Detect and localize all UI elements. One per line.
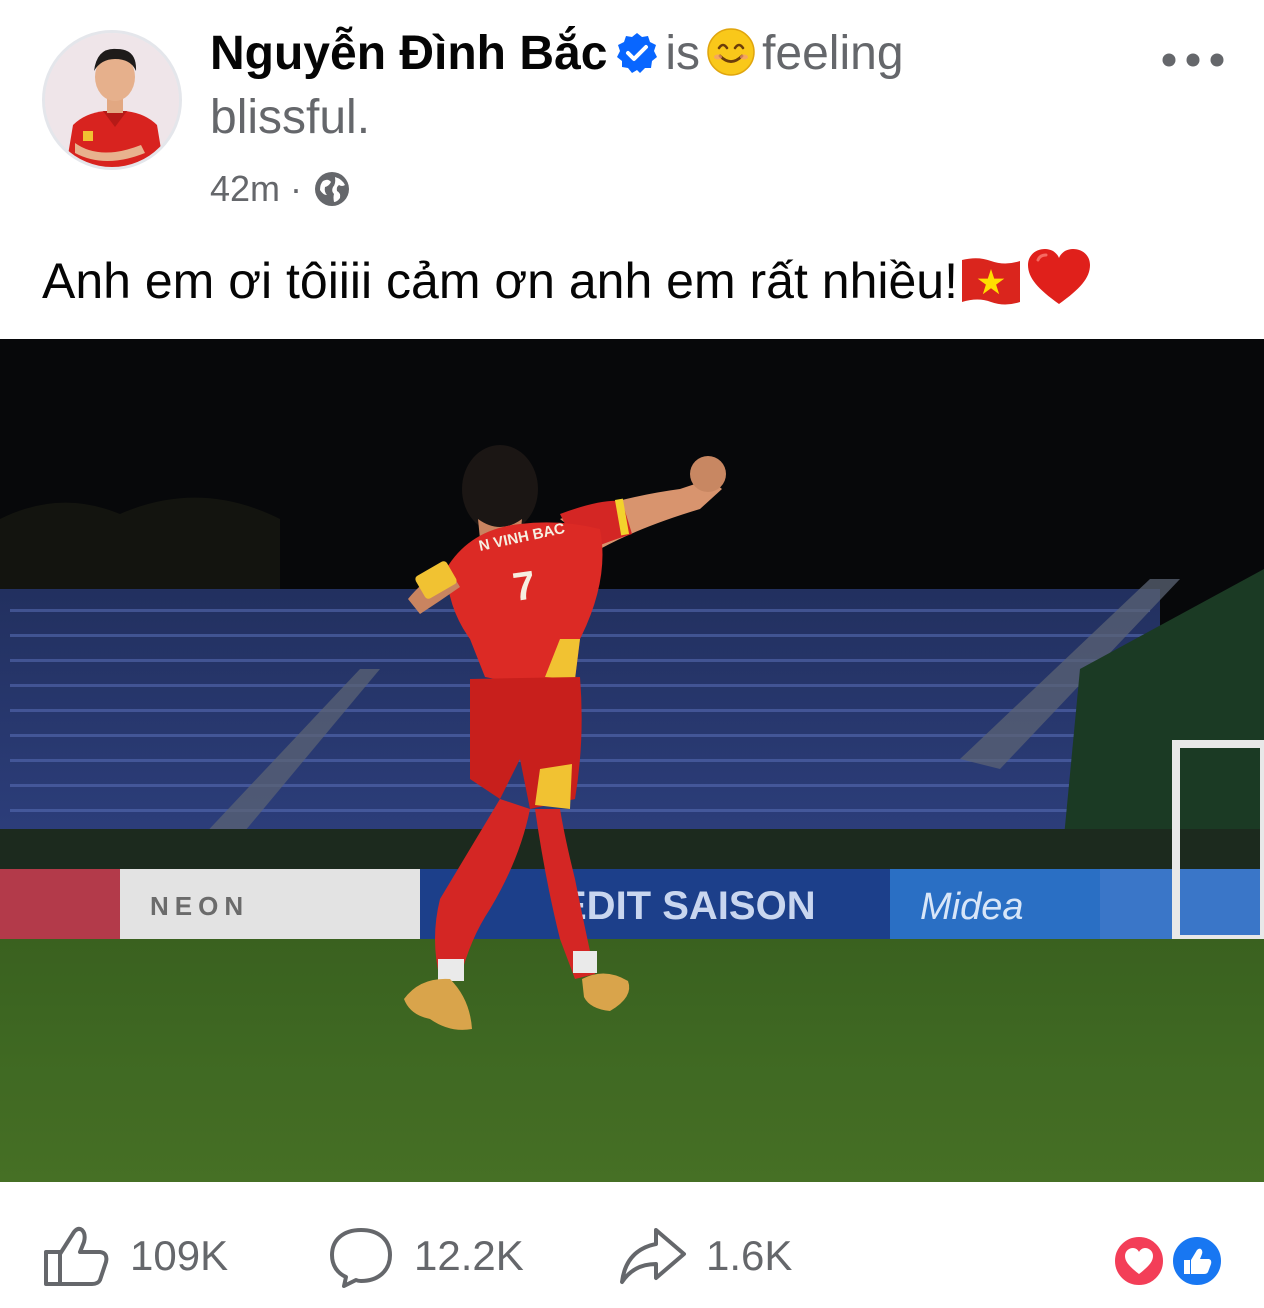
share-arrow-icon xyxy=(620,1228,686,1284)
love-reaction-icon xyxy=(1111,1233,1167,1289)
board-text-neon: NEON xyxy=(150,891,249,921)
post-headline: Nguyễn Đình Bắc is feeling blissful. xyxy=(210,22,1110,150)
red-heart-icon xyxy=(1028,249,1090,304)
author-name[interactable]: Nguyễn Đình Bắc xyxy=(210,27,607,80)
reactions-summary[interactable] xyxy=(1110,1232,1228,1290)
post-meta: 42m · xyxy=(210,166,352,212)
post-photo[interactable]: NEON EDIT SAISON Midea N VINH BAC 7 xyxy=(0,339,1264,1182)
board-text-midea: Midea xyxy=(920,886,1024,928)
post-header: Nguyễn Đình Bắc is feeling blissful. 42m · xyxy=(0,0,1264,230)
share-button[interactable]: 1.6K xyxy=(618,1224,792,1288)
meta-separator: · xyxy=(290,168,303,209)
post-actions-bar: 109K 12.2K 1.6K xyxy=(0,1182,1264,1308)
like-count: 109K xyxy=(130,1232,229,1279)
board-text-saison: EDIT SAISON xyxy=(560,884,816,928)
post-timestamp[interactable]: 42m xyxy=(210,168,280,209)
verified-badge-icon xyxy=(615,28,659,73)
feeling-word: feeling xyxy=(762,27,904,80)
verb-text: is xyxy=(665,27,701,80)
like-reaction-icon xyxy=(1169,1233,1225,1289)
author-avatar[interactable] xyxy=(42,30,182,170)
share-count: 1.6K xyxy=(706,1232,793,1279)
smiling-face-emoji-icon xyxy=(706,27,756,77)
comment-button[interactable]: 12.2K xyxy=(326,1224,524,1288)
comment-bubble-icon xyxy=(330,1228,392,1288)
thumbs-up-icon xyxy=(44,1226,109,1286)
vietnam-flag-icon xyxy=(962,258,1020,305)
globe-icon[interactable] xyxy=(312,169,352,209)
like-button[interactable]: 109K xyxy=(42,1224,228,1288)
post-message: Anh em ơi tôiiii cảm ơn anh em rất nhiều… xyxy=(42,246,1094,314)
more-options-icon[interactable] xyxy=(1158,48,1228,72)
post-message-text: Anh em ơi tôiiii cảm ơn anh em rất nhiều… xyxy=(42,253,958,309)
comment-count: 12.2K xyxy=(414,1232,524,1279)
post-headline-block: Nguyễn Đình Bắc is feeling blissful. xyxy=(210,22,1110,150)
feeling-text[interactable]: blissful. xyxy=(210,91,370,144)
